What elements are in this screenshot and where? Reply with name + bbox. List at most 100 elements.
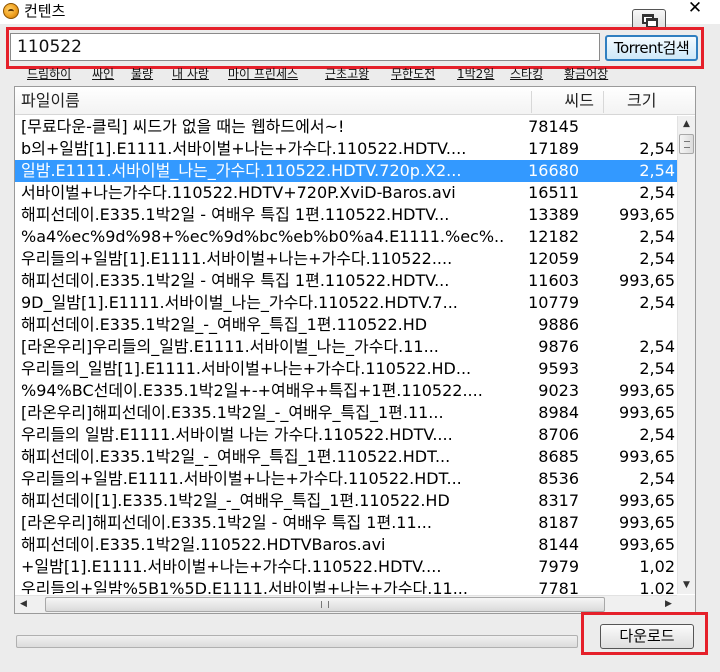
file-size-cell: 2,54: [639, 359, 675, 378]
seed-count-cell: 16680: [528, 161, 579, 180]
tag-link[interactable]: 황금어장: [564, 66, 608, 82]
seed-count-cell: 8187: [538, 513, 579, 532]
tag-link[interactable]: 근초고왕: [325, 66, 369, 82]
search-input[interactable]: [10, 33, 600, 61]
download-button[interactable]: 다운로드: [600, 624, 694, 649]
file-size-cell: 993,65: [619, 205, 675, 224]
file-size-cell: 2,54: [639, 425, 675, 444]
file-size-cell: 993,65: [619, 513, 675, 532]
seed-count-cell: 12182: [528, 227, 579, 246]
file-name-cell: [라온우리]해피선데이.E335.1박2일_-_여배우_특집_1편.11...: [21, 403, 444, 422]
horizontal-scrollbar[interactable]: ◀ ▶: [15, 595, 677, 613]
file-list: 파일이름 씨드 크기 [무료다운-클릭] 씨드가 없을 때는 웹하드에서~! 78…: [14, 86, 696, 614]
table-row[interactable]: 우리들의_일밤[1].E1111.서바이벌+나는+가수다.110522.HD..…: [15, 358, 677, 380]
seed-count-cell: 8144: [538, 535, 579, 554]
scroll-down-arrow-icon[interactable]: ▼: [678, 577, 695, 594]
file-size-cell: 2,54: [639, 183, 675, 202]
file-name-cell: [무료다운-클릭] 씨드가 없을 때는 웹하드에서~!: [21, 117, 345, 136]
seed-count-cell: 8536: [538, 469, 579, 488]
tag-link[interactable]: 1박2일: [457, 66, 494, 82]
table-row[interactable]: [라온우리]해피선데이.E335.1박2일_-_여배우_특집_1편.11... 8…: [15, 402, 677, 424]
table-row[interactable]: %a4%ec%9d%98+%ec%9d%bc%eb%b0%a4.E1111.%e…: [15, 226, 677, 248]
column-header-size[interactable]: 크기: [621, 87, 691, 115]
file-size-cell: 993,65: [619, 381, 675, 400]
table-row[interactable]: 해피선데이[1].E335.1박2일_-_여배우_특집_1편.110522.HD…: [15, 490, 677, 512]
contents-window: 컨텐츠 ✕ Torrent검색 드림하이 싸인 불량 내 사랑 마이 프린세스 …: [0, 0, 720, 672]
seed-count-cell: 78145: [528, 117, 579, 136]
scroll-left-arrow-icon[interactable]: ◀: [15, 596, 32, 613]
scroll-up-arrow-icon[interactable]: ▲: [678, 116, 695, 133]
tag-link[interactable]: 불량: [131, 66, 153, 82]
table-row[interactable]: %94%BC선데이.E335.1박2일+-+여배우+특집+1편.110522..…: [15, 380, 677, 402]
table-row[interactable]: 해피선데이.E335.1박2일 - 여배우 특집 1편.110522.HDTV.…: [15, 270, 677, 292]
table-row[interactable]: +일밤[1].E1111.서바이벌+나는+가수다.110522.HDTV....…: [15, 556, 677, 578]
table-row[interactable]: [무료다운-클릭] 씨드가 없을 때는 웹하드에서~! 78145: [15, 116, 677, 138]
smiley-icon: [3, 3, 19, 19]
table-row[interactable]: 우리들의+일밤%5B1%5D.E1111.서바이벌+나는+가수다.11... 77…: [15, 578, 677, 594]
file-name-cell: 해피선데이.E335.1박2일 - 여배우 특집 1편.110522.HDTV.…: [21, 205, 450, 224]
file-size-cell: 2,54: [639, 249, 675, 268]
file-size-cell: 1,02: [639, 557, 675, 576]
file-size-cell: 2,54: [639, 139, 675, 158]
seed-count-cell: 9876: [538, 337, 579, 356]
column-header-filename[interactable]: 파일이름: [15, 87, 531, 115]
seed-count-cell: 9023: [538, 381, 579, 400]
table-row[interactable]: 해피선데이.E335.1박2일_-_여배우_특집_1편.110522.HD 988…: [15, 314, 677, 336]
vertical-scroll-thumb[interactable]: [679, 134, 694, 154]
table-row[interactable]: 우리들의+일밤.E1111.서바이벌+나는+가수다.110522.HDT... 8…: [15, 468, 677, 490]
tag-link[interactable]: 무한도전: [391, 66, 435, 82]
seed-count-cell: 8317: [538, 491, 579, 510]
file-size-cell: 2,54: [639, 337, 675, 356]
seed-count-cell: 7781: [538, 579, 579, 594]
file-size-cell: 993,65: [619, 535, 675, 554]
scroll-right-arrow-icon[interactable]: ▶: [660, 596, 677, 613]
file-name-cell: 우리들의+일밤[1].E1111.서바이벌+나는+가수다.110522....: [21, 249, 453, 268]
table-row[interactable]: 9D_일밤[1].E1111.서바이벌_나는_가수다.110522.HDTV.7…: [15, 292, 677, 314]
torrent-search-button[interactable]: Torrent검색: [605, 35, 698, 61]
table-row[interactable]: 우리들의 일밤.E1111.서바이벌 나는 가수다.110522.HDTV...…: [15, 424, 677, 446]
seed-count-cell: 12059: [528, 249, 579, 268]
file-name-cell: %94%BC선데이.E335.1박2일+-+여배우+특집+1편.110522..…: [21, 381, 483, 400]
horizontal-scroll-thumb[interactable]: [45, 597, 605, 612]
seed-count-cell: 8984: [538, 403, 579, 422]
file-size-cell: 2,54: [639, 469, 675, 488]
seed-count-cell: 9886: [538, 315, 579, 334]
seed-count-cell: 16511: [528, 183, 579, 202]
table-row[interactable]: [라온우리]우리들의_일밤.E1111.서바이벌_나는_가수다.11... 987…: [15, 336, 677, 358]
seed-count-cell: 13389: [528, 205, 579, 224]
file-name-cell: 우리들의+일밤.E1111.서바이벌+나는+가수다.110522.HDT...: [21, 469, 462, 488]
file-name-cell: 일밤.E1111.서바이벌_나는_가수다.110522.HDTV.720p.X2…: [21, 161, 462, 180]
table-row[interactable]: 서바이벌+나는가수다.110522.HDTV+720P.XviD-Baros.a…: [15, 182, 677, 204]
file-size-cell: 993,65: [619, 491, 675, 510]
table-row[interactable]: 일밤.E1111.서바이벌_나는_가수다.110522.HDTV.720p.X2…: [15, 160, 677, 182]
file-name-cell: 9D_일밤[1].E1111.서바이벌_나는_가수다.110522.HDTV.7…: [21, 293, 458, 312]
file-name-cell: [라온우리]우리들의_일밤.E1111.서바이벌_나는_가수다.11...: [21, 337, 439, 356]
file-name-cell: 해피선데이.E335.1박2일_-_여배우_특집_1편.110522.HDT..…: [21, 447, 451, 466]
file-name-cell: 우리들의 일밤.E1111.서바이벌 나는 가수다.110522.HDTV...…: [21, 425, 453, 444]
vertical-scrollbar[interactable]: ▲ ▼: [677, 116, 695, 594]
file-name-cell: 해피선데이.E335.1박2일.110522.HDTVBaros.avi: [21, 535, 386, 554]
file-name-cell: +일밤[1].E1111.서바이벌+나는+가수다.110522.HDTV....: [21, 557, 442, 576]
column-header-seed[interactable]: 씨드: [532, 87, 602, 115]
file-size-cell: 1,02: [639, 579, 675, 594]
column-divider[interactable]: [603, 91, 604, 113]
tag-link[interactable]: 스타킹: [510, 66, 543, 82]
seed-count-cell: 11603: [528, 271, 579, 290]
list-header: 파일이름 씨드 크기: [15, 87, 695, 115]
window-title: 컨텐츠: [24, 2, 66, 20]
table-row[interactable]: 우리들의+일밤[1].E1111.서바이벌+나는+가수다.110522.... 1…: [15, 248, 677, 270]
tag-link[interactable]: 내 사랑: [172, 66, 209, 82]
tag-link[interactable]: 마이 프린세스: [228, 66, 298, 82]
file-size-cell: 2,54: [639, 161, 675, 180]
seed-count-cell: 8706: [538, 425, 579, 444]
file-size-cell: 2,54: [639, 293, 675, 312]
tag-link[interactable]: 싸인: [92, 66, 114, 82]
seed-count-cell: 10779: [528, 293, 579, 312]
table-row[interactable]: 해피선데이.E335.1박2일_-_여배우_특집_1편.110522.HDT..…: [15, 446, 677, 468]
close-button[interactable]: ✕: [682, 0, 708, 18]
table-row[interactable]: 해피선데이.E335.1박2일.110522.HDTVBaros.avi 8144…: [15, 534, 677, 556]
table-row[interactable]: b의+일밤[1].E1111.서바이벌+나는+가수다.110522.HDTV..…: [15, 138, 677, 160]
tag-link[interactable]: 드림하이: [27, 66, 71, 82]
table-row[interactable]: 해피선데이.E335.1박2일 - 여배우 특집 1편.110522.HDTV.…: [15, 204, 677, 226]
table-row[interactable]: [라온우리]해피선데이.E335.1박2일 - 여배우 특집 1편.11... 8…: [15, 512, 677, 534]
